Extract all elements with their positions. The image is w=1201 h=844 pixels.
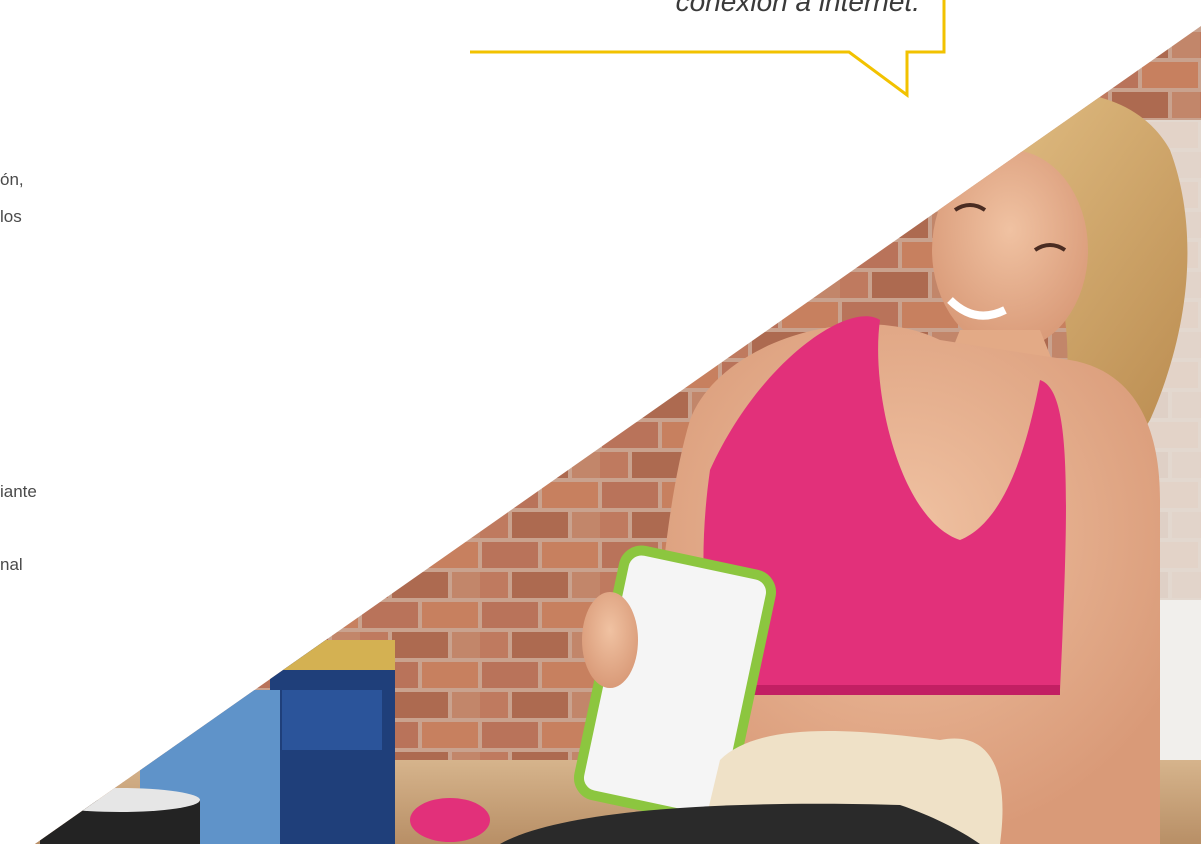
hero-photo xyxy=(35,26,1201,844)
body-text-fragment-3: iante xyxy=(0,482,37,501)
body-text-fragment-4: nal xyxy=(0,555,23,574)
body-text-fragment-1: ón, xyxy=(0,170,24,189)
speech-bubble-outline xyxy=(470,0,946,98)
supplement-jar xyxy=(40,788,200,844)
pink-scoop xyxy=(410,798,490,842)
supplement-bag xyxy=(270,640,395,844)
body-text-fragment-2: los xyxy=(0,207,22,226)
